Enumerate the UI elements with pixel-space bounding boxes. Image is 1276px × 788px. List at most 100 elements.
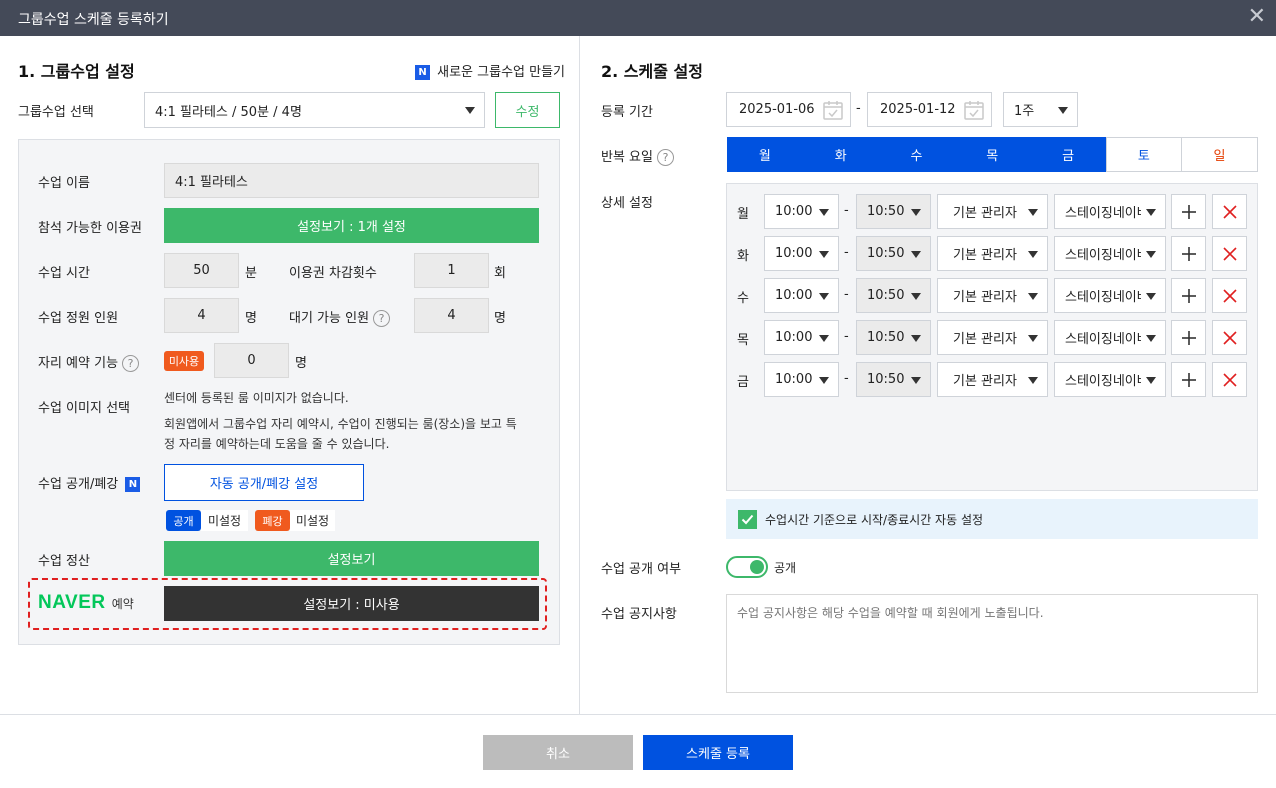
start-time-select[interactable]: 10:00 — [764, 278, 839, 313]
day-tab-4[interactable]: 금 — [1030, 137, 1106, 172]
public-toggle[interactable] — [726, 556, 768, 578]
start-time-value: 10:00 — [775, 288, 813, 303]
edit-button[interactable]: 수정 — [495, 92, 560, 128]
chevron-down-icon — [911, 209, 921, 216]
publish-label: 수업 공개/폐강 N — [38, 473, 141, 492]
add-row-button[interactable] — [1171, 236, 1206, 271]
delete-row-button[interactable] — [1212, 362, 1247, 397]
auto-time-checkbox[interactable] — [738, 509, 757, 529]
repeat-label-text: 반복 요일 — [601, 150, 653, 165]
start-time-select[interactable]: 10:00 — [764, 194, 839, 229]
open-status: 미설정 — [201, 510, 248, 531]
add-row-button[interactable] — [1171, 194, 1206, 229]
chevron-down-icon — [1146, 209, 1156, 216]
deduct-unit: 회 — [494, 266, 506, 281]
naver-settings-button[interactable]: 설정보기 : 미사용 — [164, 586, 539, 621]
end-date-input[interactable]: 2025-01-12 — [867, 92, 992, 127]
day-tab-5[interactable]: 토 — [1106, 137, 1182, 172]
add-row-button[interactable] — [1171, 278, 1206, 313]
chevron-down-icon — [1028, 377, 1038, 384]
auto-publish-button[interactable]: 자동 공개/폐강 설정 — [164, 464, 364, 501]
staff-select[interactable]: 기본 관리자 — [937, 236, 1048, 271]
delete-row-button[interactable] — [1212, 194, 1247, 229]
row-day-label: 화 — [737, 249, 749, 264]
start-date-input[interactable]: 2025-01-06 — [726, 92, 851, 127]
help-icon[interactable]: ? — [122, 355, 140, 372]
time-separator: - — [844, 203, 849, 218]
room-select[interactable]: 스테이징네이버 — [1054, 320, 1166, 355]
column-divider — [579, 36, 580, 714]
room-value: 스테이징네이버 — [1065, 290, 1141, 305]
end-time-value: 10:50 — [867, 246, 905, 261]
toggle-knob — [750, 560, 764, 574]
detail-label: 상세 설정 — [601, 196, 653, 211]
room-select[interactable]: 스테이징네이버 — [1054, 194, 1166, 229]
room-select[interactable]: 스테이징네이버 — [1054, 278, 1166, 313]
new-badge-icon: N — [415, 65, 430, 80]
start-time-value: 10:00 — [775, 246, 813, 261]
close-icon — [1222, 330, 1237, 345]
check-icon — [741, 514, 754, 524]
delete-row-button[interactable] — [1212, 278, 1247, 313]
modal-header: 그룹수업 스케줄 등록하기 ✕ — [0, 0, 1276, 36]
group-select-value: 4:1 필라테스 / 50분 / 4명 — [155, 104, 302, 120]
settle-button[interactable]: 설정보기 — [164, 541, 539, 576]
capacity-unit: 명 — [245, 311, 257, 326]
naver-logo: NAVER 예약 — [38, 592, 134, 614]
staff-select[interactable]: 기본 관리자 — [937, 320, 1048, 355]
staff-select[interactable]: 기본 관리자 — [937, 278, 1048, 313]
submit-schedule-button[interactable]: 스케줄 등록 — [643, 735, 793, 770]
start-time-select[interactable]: 10:00 — [764, 236, 839, 271]
group-select-label: 그룹수업 선택 — [18, 105, 94, 120]
seat-label: 자리 예약 기능? — [38, 352, 140, 372]
day-tab-1[interactable]: 화 — [802, 137, 879, 172]
cancel-button[interactable]: 취소 — [483, 735, 633, 770]
end-time-value: 10:50 — [867, 372, 905, 387]
end-time-select: 10:50 — [856, 236, 931, 271]
group-select[interactable]: 4:1 필라테스 / 50분 / 4명 — [144, 92, 485, 128]
help-icon[interactable]: ? — [373, 310, 391, 327]
staff-value: 기본 관리자 — [953, 290, 1017, 305]
staff-value: 기본 관리자 — [953, 248, 1017, 263]
staff-select[interactable]: 기본 관리자 — [937, 362, 1048, 397]
deduct-field: 1 — [414, 253, 489, 288]
duration-unit: 분 — [245, 266, 257, 281]
delete-row-button[interactable] — [1212, 236, 1247, 271]
day-tab-0[interactable]: 월 — [727, 137, 803, 172]
chevron-down-icon — [1146, 251, 1156, 258]
day-tab-6[interactable]: 일 — [1181, 137, 1259, 172]
room-select[interactable]: 스테이징네이버 — [1054, 362, 1166, 397]
delete-row-button[interactable] — [1212, 320, 1247, 355]
room-select[interactable]: 스테이징네이버 — [1054, 236, 1166, 271]
seat-field: 0 — [214, 343, 289, 378]
row-day-label: 목 — [737, 333, 749, 348]
ticket-label: 참석 가능한 이용권 — [38, 221, 142, 236]
ticket-settings-button[interactable]: 설정보기 : 1개 설정 — [164, 208, 539, 243]
period-select[interactable]: 1주 — [1003, 92, 1078, 127]
staff-select[interactable]: 기본 관리자 — [937, 194, 1048, 229]
day-tab-2[interactable]: 수 — [878, 137, 955, 172]
end-time-value: 10:50 — [867, 204, 905, 219]
image-help-text-2: 정 자리를 예약하는데 도움을 줄 수 있습니다. — [164, 437, 390, 451]
class-name-field: 4:1 필라테스 — [164, 163, 539, 198]
capacity-field: 4 — [164, 298, 239, 333]
end-time-value: 10:50 — [867, 288, 905, 303]
help-icon[interactable]: ? — [656, 149, 674, 166]
add-row-button[interactable] — [1171, 320, 1206, 355]
chevron-down-icon — [911, 377, 921, 384]
plus-icon — [1181, 204, 1196, 219]
new-group-link[interactable]: N 새로운 그룹수업 만들기 — [415, 61, 565, 80]
add-row-button[interactable] — [1171, 362, 1206, 397]
waitlist-label: 대기 가능 인원? — [289, 307, 391, 327]
row-day-label: 수 — [737, 291, 749, 306]
close-icon[interactable]: ✕ — [1248, 4, 1266, 30]
day-tab-3[interactable]: 목 — [954, 137, 1031, 172]
staff-value: 기본 관리자 — [953, 374, 1017, 389]
start-time-select[interactable]: 10:00 — [764, 362, 839, 397]
duration-label: 수업 시간 — [38, 266, 90, 281]
calendar-icon — [823, 101, 843, 120]
room-value: 스테이징네이버 — [1065, 332, 1141, 347]
duration-field: 50 — [164, 253, 239, 288]
notice-textarea[interactable] — [726, 594, 1258, 693]
start-time-select[interactable]: 10:00 — [764, 320, 839, 355]
